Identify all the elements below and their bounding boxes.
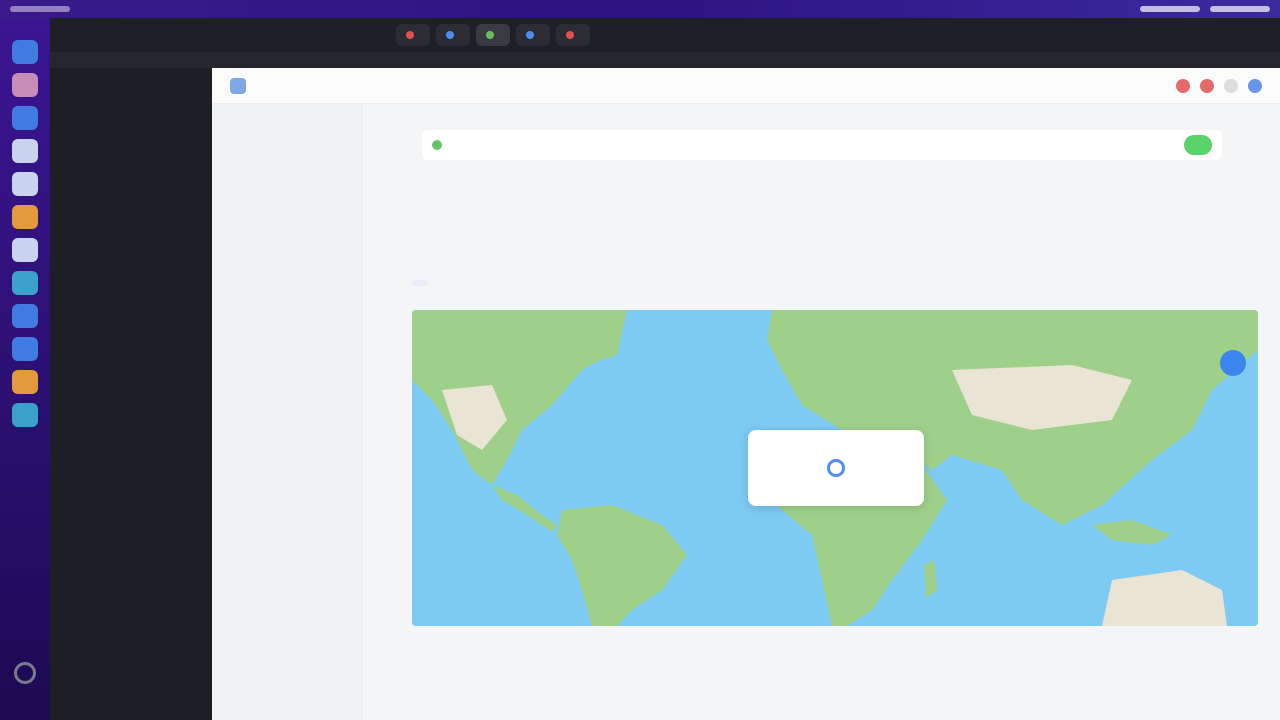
main-content xyxy=(392,104,1258,720)
nav-item[interactable] xyxy=(212,226,361,242)
nav-item[interactable] xyxy=(212,162,361,178)
dock-app-icon[interactable] xyxy=(12,403,38,427)
browser-tab[interactable] xyxy=(556,24,590,46)
browser-tab[interactable] xyxy=(436,24,470,46)
map-pin-icon xyxy=(827,459,845,477)
nav-item[interactable] xyxy=(212,210,361,226)
browser-tab-bar xyxy=(50,18,1280,52)
dock-app-icon[interactable] xyxy=(12,106,38,130)
status-dot-icon xyxy=(432,140,442,150)
banner-cta-button[interactable] xyxy=(1184,135,1212,155)
tab-favicon-icon xyxy=(446,31,454,39)
os-menu-text xyxy=(10,6,70,12)
browser-tab[interactable] xyxy=(516,24,550,46)
web-app xyxy=(212,68,1280,720)
nav-item-active[interactable] xyxy=(212,114,361,130)
nav-item[interactable] xyxy=(212,146,361,162)
browser-tab[interactable] xyxy=(396,24,430,46)
dock-app-icon[interactable] xyxy=(12,40,38,64)
os-menu-bar xyxy=(0,0,1280,18)
stat-card xyxy=(412,644,624,714)
alert-icon[interactable] xyxy=(1200,78,1214,93)
browser-toolbar xyxy=(50,52,1280,68)
side-panel-item[interactable] xyxy=(60,150,202,158)
banner-badge xyxy=(432,140,447,150)
app-sidebar xyxy=(212,104,362,720)
nav-item[interactable] xyxy=(212,178,361,194)
browser-tab-active[interactable] xyxy=(476,24,510,46)
app-brand[interactable] xyxy=(230,77,252,94)
nav-item[interactable] xyxy=(212,242,361,258)
avatar[interactable] xyxy=(1248,78,1262,93)
notification-icon[interactable] xyxy=(1176,78,1190,93)
stat-card xyxy=(835,644,1047,714)
side-panel-item[interactable] xyxy=(60,88,202,96)
nav-item[interactable] xyxy=(212,258,361,274)
dock-app-icon[interactable] xyxy=(12,337,38,361)
dock-app-icon[interactable] xyxy=(12,139,38,163)
dock-app-icon[interactable] xyxy=(12,238,38,262)
dock-app-icon[interactable] xyxy=(12,172,38,196)
nav-item[interactable] xyxy=(212,130,361,146)
side-panel-item[interactable] xyxy=(60,104,202,112)
map-popup[interactable] xyxy=(748,430,924,506)
app-logo-icon xyxy=(230,77,246,94)
tab-favicon-icon xyxy=(486,31,494,39)
gear-icon[interactable] xyxy=(14,662,36,684)
stat-card xyxy=(1047,644,1259,714)
app-dock xyxy=(0,18,50,720)
nav-item[interactable] xyxy=(212,194,361,210)
stats-row xyxy=(412,644,1258,714)
tab-favicon-icon xyxy=(406,31,414,39)
os-status-item[interactable] xyxy=(1210,6,1270,12)
tab-favicon-icon xyxy=(526,31,534,39)
world-map[interactable] xyxy=(412,310,1258,626)
dock-app-icon[interactable] xyxy=(12,304,38,328)
stat-card xyxy=(624,644,836,714)
side-panel-item[interactable] xyxy=(60,96,202,104)
dock-app-icon[interactable] xyxy=(12,73,38,97)
dock-app-icon[interactable] xyxy=(12,271,38,295)
browser-side-panel xyxy=(50,68,212,720)
dock-app-icon[interactable] xyxy=(12,370,38,394)
app-header xyxy=(212,68,1280,104)
promo-banner xyxy=(422,130,1222,160)
os-status-item[interactable] xyxy=(1140,6,1200,12)
side-panel-item[interactable] xyxy=(60,142,202,150)
help-icon[interactable] xyxy=(1224,78,1238,93)
filter-chip[interactable] xyxy=(412,280,428,286)
dock-app-icon[interactable] xyxy=(12,205,38,229)
tab-favicon-icon xyxy=(566,31,574,39)
map-filters xyxy=(412,280,1258,286)
zoom-button-icon[interactable] xyxy=(1220,350,1246,376)
